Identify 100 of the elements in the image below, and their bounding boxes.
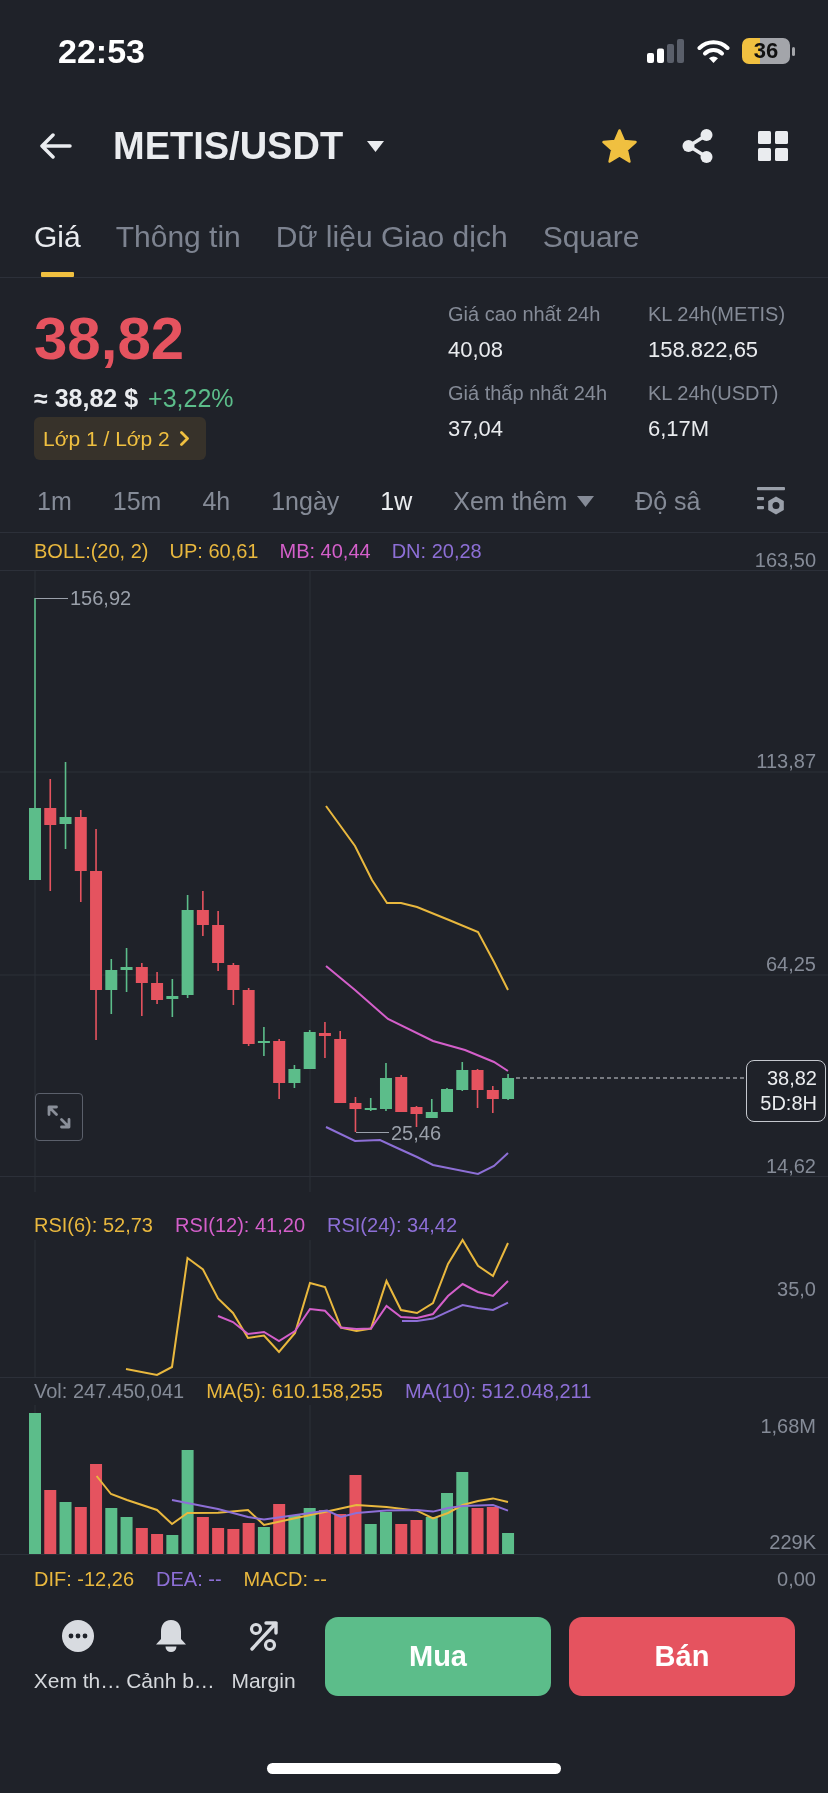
action-label: Cảnh b… [126,1668,215,1693]
caret-icon [577,495,595,507]
stat-value: 158.822,65 [648,337,760,363]
volume-bar [288,1515,301,1554]
candle [196,891,209,936]
stat-label: Giá cao nhất 24h [448,302,602,326]
share-icon[interactable] [682,129,713,163]
last-price: 38,82 [34,304,185,374]
candle [166,979,179,1017]
volume-bar [395,1524,408,1554]
chart-settings-icon[interactable] [757,487,785,515]
volume-bar [212,1528,225,1554]
volume-bar [74,1507,87,1554]
volume-bar [151,1534,164,1554]
signal-icon [647,39,685,63]
volume-bar [44,1490,57,1554]
price-axis-label: 113,87 [756,750,816,772]
candle [303,1030,316,1069]
back-icon[interactable] [40,133,72,159]
indicator-value: DIF: -12,26 [34,1567,135,1591]
expand-button[interactable] [35,1093,83,1141]
volume-bar [166,1535,179,1554]
stat-value: 37,04 [448,416,505,442]
candle [151,972,164,1004]
more-intervals-dropdown[interactable]: Xem thêm [453,486,595,516]
sell-button[interactable]: Bán [569,1616,795,1696]
volume-bar [273,1504,286,1554]
action-button[interactable]: Xem th… [31,1619,124,1693]
volume-axis-label: 1,68M [760,1415,816,1437]
candle [120,948,133,992]
volume-bar [135,1528,148,1554]
candle-countdown: 5D:8H [760,1091,817,1116]
volume-bar [380,1512,392,1554]
tab[interactable]: Square [542,219,640,277]
action-button[interactable]: Margin [217,1619,310,1693]
volume-bar [196,1517,209,1554]
interval-tab[interactable]: 1ngày [271,486,340,516]
tab[interactable]: Thông tin [115,219,241,277]
volume-bar [486,1507,499,1554]
indicator-value: MB: 40,44 [279,539,371,563]
volume-bar [425,1517,438,1554]
bell-icon [155,1619,186,1652]
price-change: +3,22% [148,383,234,413]
stat-label: Giá thấp nhất 24h [448,381,608,405]
volume-bar [410,1520,423,1554]
action-label: Margin [231,1668,296,1693]
stat-value: 40,08 [448,337,505,363]
price-axis-label: 14,62 [765,1155,816,1177]
category-tag[interactable]: Lớp 1 / Lớp 2 [34,417,206,460]
stat-label: KL 24h(METIS) [648,302,787,326]
stat-value: 6,17M [648,416,711,442]
volume-bar [364,1524,377,1554]
chevron-right-icon [179,431,189,446]
low-price-label: 25,46 [391,1122,442,1144]
candle [456,1062,469,1091]
interval-tab[interactable]: 1w [380,486,413,516]
volume-bar [441,1493,453,1554]
volume-bar [334,1514,347,1554]
candle [471,1069,484,1108]
rsi-axis-label: 35,0 [777,1278,816,1300]
candle [380,1063,392,1111]
pair-selector[interactable]: METIS/USDT [113,124,385,168]
indicator-value: RSI(6): 52,73 [34,1213,153,1237]
indicator-value: MA(10): 512.048,211 [404,1379,592,1403]
tab[interactable]: Giá [34,219,81,277]
candle [318,1022,331,1058]
candle [395,1075,408,1112]
tab[interactable]: Dữ liệu Giao dịch [275,219,508,277]
candle [288,1065,301,1088]
interval-tab[interactable]: 4h [202,486,231,516]
volume-bar [318,1510,331,1554]
indicator-value: BOLL:(20, 2) [34,539,149,563]
candle [486,1086,499,1113]
stat-label: KL 24h(USDT) [648,381,780,405]
candle [364,1098,377,1111]
status-time: 22:53 [58,31,145,71]
candle [135,963,148,1016]
candle [425,1099,438,1118]
indicator-value: RSI(24): 34,42 [327,1213,458,1237]
volume-bar [502,1533,515,1554]
indicator-value: Vol: 247.450,041 [34,1379,185,1403]
volume-bar [303,1508,316,1554]
more-icon [61,1619,94,1652]
depth-tab[interactable]: Độ sâ [635,486,701,516]
candle [242,988,255,1046]
candle [105,959,118,1014]
candle [349,1097,362,1132]
volume-bar [59,1502,72,1554]
volume-axis-label: 229K [769,1531,816,1553]
price-axis-label: 163,50 [754,549,816,571]
indicator-value: MA(5): 610.158,255 [206,1379,383,1403]
wifi-icon [697,39,730,63]
interval-tab[interactable]: 1m [37,486,72,516]
interval-tab[interactable]: 15m [112,486,162,516]
star-icon[interactable] [602,129,637,163]
candle [212,911,225,971]
grid-icon[interactable] [758,131,788,161]
action-button[interactable]: Cảnh b… [124,1619,217,1693]
indicator-value: DN: 20,28 [391,539,482,563]
candle [273,1039,286,1099]
